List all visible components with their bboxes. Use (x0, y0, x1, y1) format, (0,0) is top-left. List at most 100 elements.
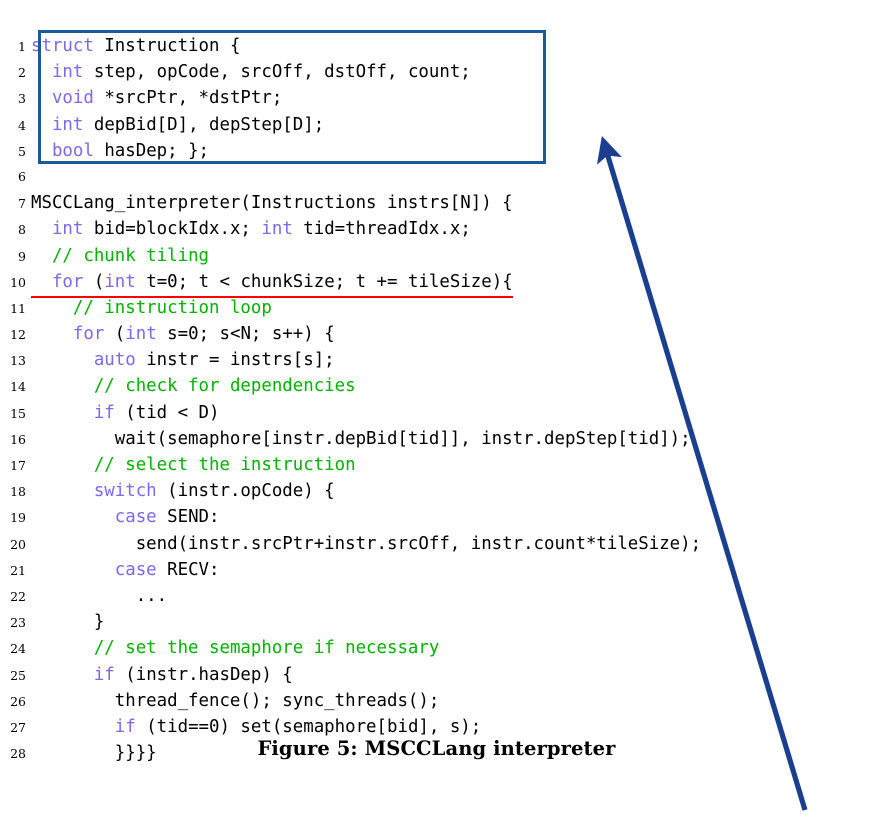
code-token: (instr.opCode) { (156, 481, 335, 502)
code-text: int depBid[D], depStep[D]; (31, 112, 324, 138)
code-line: 10 for (int t=0; t < chunkSize; t += til… (0, 269, 873, 298)
code-token: // select the instruction (93, 455, 356, 475)
code-token: struct (31, 36, 94, 56)
code-text: // instruction loop (31, 295, 272, 321)
code-token: (tid < D) (114, 402, 220, 423)
code-token: int (125, 324, 157, 345)
code-line: 19 case SEND: (0, 504, 873, 530)
code-text: int bid=blockIdx.x; int tid=threadIdx.x; (31, 216, 471, 242)
code-line: 7 MSCCLang_interpreter(Instructions instr… (0, 190, 873, 216)
code-text: wait(semaphore[instr.depBid[tid]], instr… (31, 426, 691, 452)
code-token: *srcPtr, *dstPtr; (93, 88, 283, 109)
code-text: // set the semaphore if necessary (31, 635, 440, 661)
line-number: 6 (18, 168, 26, 184)
code-line: 8 int bid=blockIdx.x; int tid=threadIdx.… (0, 216, 873, 242)
code-line: 15 if (tid < D) (0, 400, 873, 426)
code-token: instr = instrs[s]; (135, 350, 335, 371)
line-number: 5 (18, 143, 26, 159)
code-line: 17 // select the instruction (0, 452, 873, 478)
code-listing: 1 struct Instruction {2 int step, opCode,… (0, 33, 873, 766)
code-line: 20 send(instr.srcPtr+instr.srcOff, instr… (0, 531, 873, 557)
code-line: 3 void *srcPtr, *dstPtr; (0, 85, 873, 111)
code-text: auto instr = instrs[s]; (31, 347, 335, 373)
code-token: int (51, 219, 84, 240)
code-token: MSCCLang_interpreter(Instructions instrs… (31, 193, 513, 214)
line-number: 9 (18, 248, 26, 264)
line-number: 23 (10, 615, 26, 631)
code-token: send(instr.srcPtr+instr.srcOff, instr.co… (31, 533, 702, 554)
code-text: thread_fence(); sync_threads(); (31, 688, 440, 714)
line-number: 24 (10, 641, 26, 657)
line-number: 19 (10, 510, 26, 526)
code-token: if (114, 716, 136, 737)
code-line: 5 bool hasDep; }; (0, 138, 873, 164)
code-token: // set the semaphore if necessary (93, 638, 440, 659)
code-token: case (114, 507, 157, 528)
code-text: // check for dependencies (31, 373, 356, 399)
code-line: 6 (0, 164, 873, 190)
code-text: MSCCLang_interpreter(Instructions instrs… (31, 190, 513, 216)
code-token: hasDep; }; (93, 140, 210, 161)
code-token: (tid==0) set(semaphore[bid], s); (135, 716, 482, 737)
code-token: int (261, 219, 293, 240)
code-line: 13 auto instr = instrs[s]; (0, 347, 873, 373)
line-number: 25 (10, 667, 26, 683)
code-token: if (93, 402, 115, 423)
code-text: struct Instruction { (31, 33, 240, 59)
code-text: send(instr.srcPtr+instr.srcOff, instr.co… (31, 531, 701, 557)
figure-caption: Figure 5: MSCCLang interpreter (257, 737, 616, 760)
code-text: // chunk tiling (31, 243, 209, 269)
line-number: 26 (10, 693, 26, 709)
line-number: 12 (10, 327, 26, 343)
code-line: 22 ... (0, 583, 873, 609)
line-number: 16 (10, 431, 26, 447)
code-token: // check for dependencies (93, 376, 356, 397)
code-text: bool hasDep; }; (31, 138, 209, 164)
line-number: 22 (10, 588, 26, 604)
code-token: // chunk tiling (51, 245, 210, 266)
code-token: depBid[D], depStep[D]; (83, 114, 325, 135)
code-token: int (51, 114, 84, 135)
line-number: 14 (10, 379, 26, 395)
code-token: // instruction loop (72, 297, 272, 318)
code-text: case SEND: (31, 504, 220, 530)
code-token: case (114, 559, 157, 580)
code-token: s=0; s<N; s++) { (156, 324, 335, 345)
code-token: auto (93, 350, 136, 371)
code-token: RECV: (156, 559, 220, 580)
code-token: ... (31, 585, 168, 606)
code-token: wait(semaphore[instr.depBid[tid]], instr… (31, 428, 691, 449)
code-text: switch (instr.opCode) { (31, 478, 335, 504)
code-text-highlighted: for (int t=0; t < chunkSize; t += tileSi… (31, 269, 513, 298)
code-line: 16 wait(semaphore[instr.depBid[tid]], in… (0, 426, 873, 452)
line-number: 2 (18, 65, 26, 81)
code-token: int (51, 62, 84, 83)
line-number: 7 (18, 196, 26, 212)
line-number: 4 (18, 117, 26, 133)
line-number: 3 (18, 91, 26, 107)
code-token: t=0; t < chunkSize; t += tileSize){ (135, 271, 513, 292)
code-line: 4 int depBid[D], depStep[D]; (0, 112, 873, 138)
code-text: if (instr.hasDep) { (31, 662, 293, 688)
code-line: 26 thread_fence(); sync_threads(); (0, 688, 873, 714)
code-token: SEND: (156, 507, 220, 528)
code-line: 18 switch (instr.opCode) { (0, 478, 873, 504)
code-line: 23 } (0, 609, 873, 635)
code-token: int (104, 271, 136, 292)
code-line: 14 // check for dependencies (0, 373, 873, 399)
line-number: 18 (10, 484, 26, 500)
code-text: int step, opCode, srcOff, dstOff, count; (31, 59, 471, 85)
code-token: (instr.hasDep) { (114, 664, 293, 685)
